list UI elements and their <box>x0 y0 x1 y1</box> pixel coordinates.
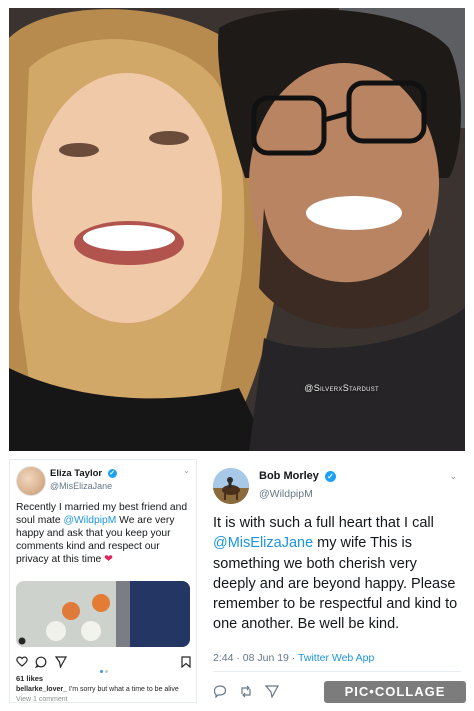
display-name[interactable]: Bob Morley ✓ <box>259 470 336 482</box>
carousel-dot-active <box>100 670 103 673</box>
display-name-text[interactable]: Eliza Taylor <box>50 468 102 479</box>
reply-icon[interactable] <box>213 685 227 701</box>
carousel-dot <box>105 670 108 673</box>
bob-tweet-card: Bob Morley ✓ @WildpipM ⌄ It is with such… <box>206 459 465 703</box>
tweet-timestamp[interactable]: 2:44 · 08 Jun 19 · <box>213 652 298 664</box>
carousel-dots <box>100 660 110 678</box>
tweet-client-link[interactable]: Twitter Web App <box>298 652 374 664</box>
likes-count[interactable]: 61 likes <box>16 674 43 683</box>
verified-badge-icon: ✓ <box>107 468 117 478</box>
like-heart-icon[interactable] <box>16 656 28 670</box>
comment-icon[interactable] <box>34 656 47 671</box>
view-comments-link[interactable]: View 1 comment <box>16 696 68 703</box>
tweet-text-part-1: It is with such a full heart that I call <box>213 515 434 531</box>
collage-canvas: @SilverxStardust Eliza Taylor ✓ @MisEliz… <box>0 0 474 711</box>
tweet-text: Recently I married my best friend and so… <box>16 501 192 566</box>
chevron-down-icon[interactable]: ⌄ <box>449 471 457 482</box>
share-send-icon[interactable] <box>54 656 68 671</box>
avatar[interactable] <box>213 468 249 504</box>
chevron-down-icon[interactable]: ⌄ <box>183 466 190 475</box>
photo-watermark: @SilverxStardust <box>304 383 379 393</box>
user-handle[interactable]: @MisElizaJane <box>50 481 112 491</box>
tweet-meta: 2:44 · 08 Jun 19 · Twitter Web App <box>213 652 374 664</box>
mention-link[interactable]: @WildpipM <box>64 515 117 526</box>
mention-link[interactable]: @MisElizaJane <box>213 535 313 551</box>
wedding-photo-illustration <box>16 581 190 647</box>
display-name[interactable]: Eliza Taylor ✓ <box>50 468 117 479</box>
instagram-post-image[interactable] <box>16 581 190 647</box>
bookmark-icon[interactable] <box>181 656 191 671</box>
selfie-illustration <box>9 8 465 451</box>
divider <box>213 671 461 672</box>
verified-badge-icon: ✓ <box>324 470 336 482</box>
comment-text: I'm sorry but what a time to be alive <box>66 686 179 693</box>
display-name-text[interactable]: Bob Morley <box>259 470 319 482</box>
avatar[interactable] <box>16 466 46 496</box>
instagram-actions <box>16 656 192 673</box>
heart-emoji-icon: ❤ <box>104 554 113 565</box>
horse-rider-avatar-icon <box>213 468 249 504</box>
top-comment: bellarke_lover_ I'm sorry but what a tim… <box>16 686 179 693</box>
share-icon[interactable] <box>264 685 280 701</box>
user-handle[interactable]: @WildpipM <box>259 488 313 500</box>
eliza-tweet-card: Eliza Taylor ✓ @MisElizaJane ⌄ Recently … <box>9 459 197 703</box>
piccollage-watermark: PIC•COLLAGE <box>324 681 466 703</box>
tweet-text: It is with such a full heart that I call… <box>213 513 461 635</box>
selfie-photo: @SilverxStardust <box>9 8 465 451</box>
comment-username[interactable]: bellarke_lover_ <box>16 686 67 693</box>
retweet-icon[interactable] <box>239 685 253 701</box>
